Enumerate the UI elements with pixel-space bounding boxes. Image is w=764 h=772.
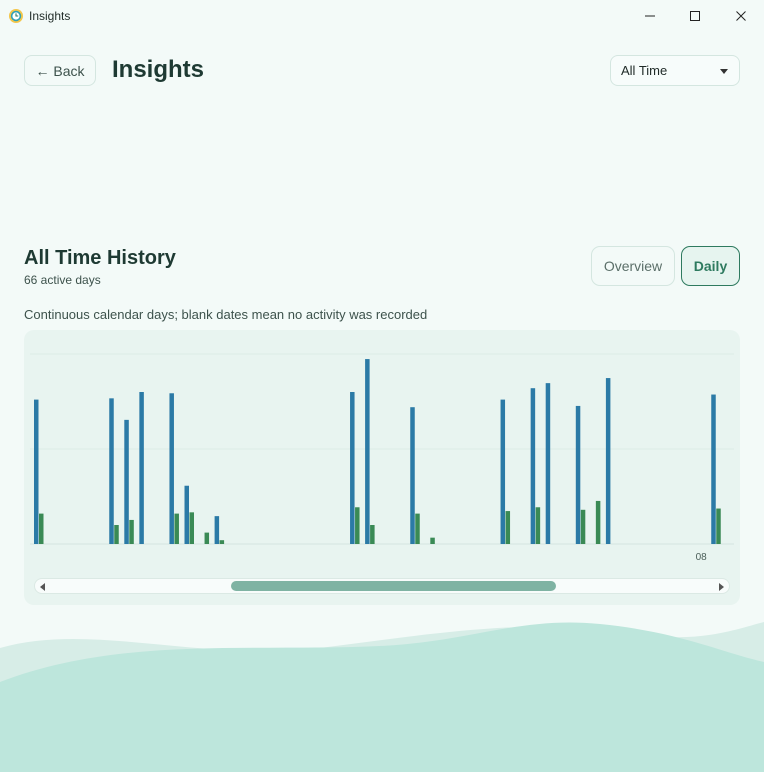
bar-series-1-day-9[interactable] <box>174 513 179 544</box>
bar-series-0-day-7[interactable] <box>139 392 144 544</box>
bar-series-0-day-12[interactable] <box>214 516 220 544</box>
decorative-waves <box>0 622 764 772</box>
active-days-count: 66 active days <box>24 273 101 287</box>
bar-series-0-day-33[interactable] <box>530 388 536 544</box>
time-range-select[interactable]: All Time <box>610 55 740 86</box>
bar-series-1-day-12[interactable] <box>219 540 225 544</box>
chart-scrollbar[interactable] <box>34 578 730 594</box>
bar-series-1-day-10[interactable] <box>189 512 195 544</box>
bar-series-0-day-25[interactable] <box>410 407 415 544</box>
bar-series-0-day-38[interactable] <box>605 378 611 544</box>
back-button[interactable]: ← Back <box>24 55 96 86</box>
bar-series-0-day-31[interactable] <box>500 399 506 544</box>
bar-series-0-day-5[interactable] <box>109 398 114 544</box>
back-button-label: ← Back <box>35 62 85 79</box>
close-icon <box>736 11 746 21</box>
bar-series-1-day-11[interactable] <box>204 532 210 544</box>
tab-daily[interactable]: Daily <box>681 246 740 286</box>
window-title: Insights <box>29 9 71 23</box>
bar-series-0-day-9[interactable] <box>169 393 174 544</box>
bar-series-1-day-45[interactable] <box>716 508 721 544</box>
scroll-left-icon[interactable] <box>38 582 48 592</box>
clock-app-icon <box>9 9 23 23</box>
bar-series-0-day-36[interactable] <box>575 405 581 544</box>
bar-series-0-day-22[interactable] <box>365 359 370 544</box>
bar-series-0-day-10[interactable] <box>184 485 190 544</box>
chevron-down-icon <box>720 69 728 74</box>
bar-series-1-day-6[interactable] <box>129 519 134 544</box>
bar-series-1-day-25[interactable] <box>415 513 420 544</box>
bar-series-1-day-31[interactable] <box>505 511 511 544</box>
title-bar: Insights <box>0 0 764 32</box>
bar-series-0-day-0[interactable] <box>34 399 39 544</box>
scroll-right-icon[interactable] <box>716 582 726 592</box>
bar-series-1-day-37[interactable] <box>595 500 601 544</box>
bar-series-1-day-26[interactable] <box>430 537 435 544</box>
maximize-button[interactable] <box>672 0 718 32</box>
chart-caption: Continuous calendar days; blank dates me… <box>24 307 428 322</box>
bar-series-1-day-36[interactable] <box>580 509 586 544</box>
bar-series-0-day-6[interactable] <box>124 419 129 544</box>
maximize-icon <box>690 11 700 21</box>
x-tick-label: 08 <box>696 552 708 563</box>
bar-series-0-day-34[interactable] <box>545 383 551 544</box>
bar-series-0-day-21[interactable] <box>350 392 355 544</box>
bar-series-1-day-0[interactable] <box>39 513 44 544</box>
tab-overview[interactable]: Overview <box>591 246 675 286</box>
close-button[interactable] <box>718 0 764 32</box>
minimize-icon <box>645 15 655 17</box>
minimize-button[interactable] <box>627 0 673 32</box>
bar-series-1-day-5[interactable] <box>114 525 119 544</box>
bar-series-1-day-33[interactable] <box>535 507 541 544</box>
time-range-value: All Time <box>621 63 668 78</box>
scrollbar-thumb[interactable] <box>230 581 556 591</box>
bar-series-1-day-21[interactable] <box>355 507 360 544</box>
history-title: All Time History <box>24 247 176 269</box>
daily-history-chart: 0808/24 <box>24 330 740 605</box>
page-title: Insights <box>112 56 205 83</box>
bar-series-1-day-22[interactable] <box>370 525 375 544</box>
daily-bars-svg: 0808/24 <box>30 353 734 563</box>
bar-series-0-day-45[interactable] <box>711 394 716 544</box>
